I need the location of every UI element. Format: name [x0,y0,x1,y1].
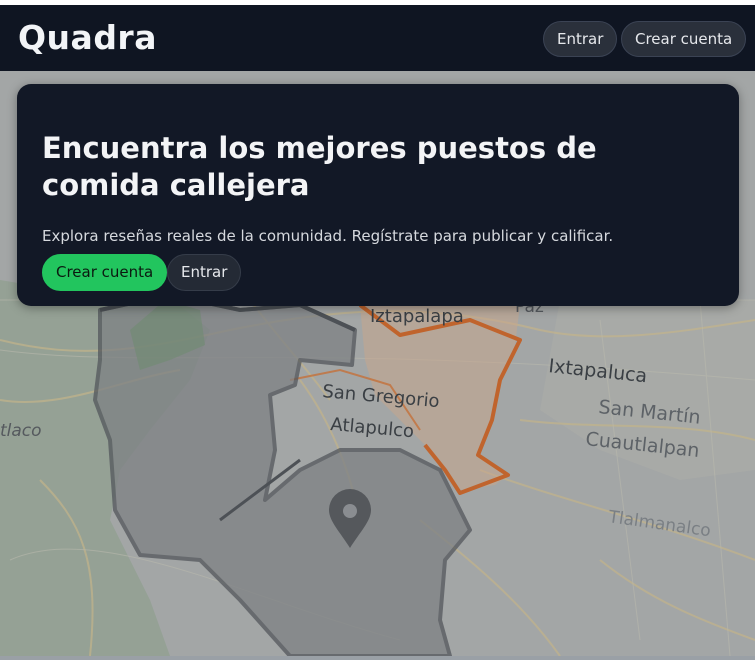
create-account-button[interactable]: Crear cuenta [42,254,168,291]
top-bar: Quadra Entrar Crear cuenta [0,5,755,71]
brand-logo[interactable]: Quadra [18,18,157,57]
sign-in-button[interactable]: Entrar [167,254,242,291]
hero-card: Encuentra los mejores puestos de comida … [17,84,739,306]
hero-subtitle: Explora reseñas reales de la comunidad. … [42,227,614,245]
map-label-tlaco: tlaco [0,421,42,441]
hero-title: Encuentra los mejores puestos de comida … [42,131,597,202]
signup-button[interactable]: Crear cuenta [621,21,747,57]
login-button[interactable]: Entrar [543,21,618,57]
map-label-iztapalapa: Iztapalapa [370,306,464,327]
